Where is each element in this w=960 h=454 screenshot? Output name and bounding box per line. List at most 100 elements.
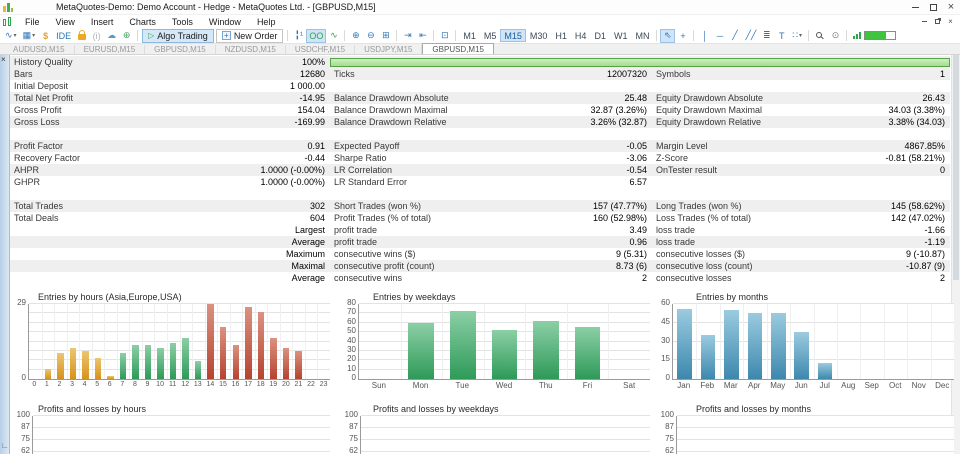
screenshot-button[interactable]: ⊡ <box>437 29 452 43</box>
y-axis-label: 87 <box>21 423 30 431</box>
menu-insert[interactable]: Insert <box>83 17 122 27</box>
cursor-button[interactable]: ⇖ <box>660 29 675 43</box>
timeframe-M30[interactable]: M30 <box>526 29 552 42</box>
chart-shift-button[interactable]: ⇥ <box>400 29 415 43</box>
bar-Feb <box>701 335 716 379</box>
crosshair-button[interactable]: + <box>675 29 690 43</box>
stat-row: Total Deals604Profit Trades (% of total)… <box>10 212 950 224</box>
vertical-scrollbar[interactable] <box>951 55 960 454</box>
stat-value: 26.43 <box>842 92 950 104</box>
tab-GBPUSD-M15[interactable]: GBPUSD,M15 <box>145 45 216 54</box>
menu-window[interactable]: Window <box>201 17 249 27</box>
bar-21 <box>295 351 302 379</box>
bars-mode-button[interactable]: OO <box>306 29 326 43</box>
algo-trading-button[interactable]: ▷Algo Trading <box>142 29 214 43</box>
signals-button[interactable]: (i) <box>89 29 104 43</box>
menu-charts[interactable]: Charts <box>121 17 164 27</box>
vps-button[interactable]: ⊕ <box>119 29 134 43</box>
chart-type-button[interactable]: ∿▾ <box>2 29 20 43</box>
cloud-button[interactable]: ☁ <box>104 29 119 43</box>
y-axis-label: 10 <box>347 365 356 373</box>
child-restore-button[interactable] <box>931 17 944 27</box>
tab-EURUSD-M15[interactable]: EURUSD,M15 <box>75 45 146 54</box>
metaeditor-ide-button[interactable]: IDE <box>53 29 74 43</box>
stat-value: Average <box>200 236 330 248</box>
tab-active-GBPUSD-M15[interactable]: GBPUSD,M15 <box>422 43 494 54</box>
stat-label: Balance Drawdown Relative <box>330 116 526 128</box>
timeframe-MN[interactable]: MN <box>631 29 653 42</box>
stat-value: 3.49 <box>526 224 652 236</box>
trendline-button[interactable]: ╱ <box>727 29 742 43</box>
stat-label <box>10 248 200 260</box>
history-button[interactable]: ⊙ <box>828 29 843 43</box>
tab-USDJPY-M15[interactable]: USDJPY,M15 <box>355 45 422 54</box>
stat-label: Total Trades <box>10 200 200 212</box>
tab-NZDUSD-M15[interactable]: NZDUSD,M15 <box>216 45 286 54</box>
x-axis-label: 20 <box>280 381 293 388</box>
horizontal-line-button[interactable]: ─ <box>712 29 727 43</box>
x-axis-label: 8 <box>129 381 142 388</box>
new-order-button[interactable]: +New Order <box>216 29 284 43</box>
zoom-out-button[interactable]: ⊖ <box>363 29 378 43</box>
text-tool-button[interactable]: T <box>774 29 789 43</box>
stat-value: 100% <box>200 56 330 68</box>
child-close-button[interactable]: × <box>944 17 957 27</box>
stat-label: Balance Drawdown Maximal <box>330 104 526 116</box>
stat-label: Profit Factor <box>10 140 200 152</box>
shapes-button[interactable]: ∷▾ <box>789 29 805 43</box>
timeframe-H4[interactable]: H4 <box>571 29 591 42</box>
x-axis-label: Aug <box>837 381 861 390</box>
timeframe-M15[interactable]: M15 <box>500 29 526 42</box>
stat-row: GHPR1.0000 (-0.00%)LR Standard Error6.57 <box>10 176 950 188</box>
timeframe-M1[interactable]: M1 <box>459 29 480 42</box>
y-axis-label: 0 <box>352 374 356 382</box>
stat-label: Loss Trades (% of total) <box>652 212 842 224</box>
tab-USDCHF-M15[interactable]: USDCHF,M15 <box>286 45 355 54</box>
bar-chart-button[interactable]: ╏¹ <box>291 29 306 43</box>
backtest-report: History Quality 100% Bars12680Ticks12007… <box>10 56 950 284</box>
stat-value: Average <box>200 272 330 284</box>
stat-label <box>652 176 842 188</box>
stat-value <box>842 176 950 188</box>
zoom-in-button[interactable]: ⊕ <box>348 29 363 43</box>
x-axis-label: Jan <box>672 381 696 390</box>
stat-value: 9 (5.31) <box>526 248 652 260</box>
child-minimize-button[interactable] <box>918 17 931 27</box>
vertical-line-button[interactable]: │ <box>697 29 712 43</box>
bar-12 <box>182 338 189 379</box>
stat-value: -0.44 <box>200 152 330 164</box>
stat-label: consecutive loss (count) <box>652 260 842 272</box>
lock-icon <box>78 34 86 40</box>
menu-file[interactable]: File <box>17 17 48 27</box>
timeframe-H1[interactable]: H1 <box>551 29 571 42</box>
deposit-button[interactable]: $ <box>38 29 53 43</box>
chart-title: Entries by months <box>656 292 954 302</box>
timeframe-W1[interactable]: W1 <box>610 29 632 42</box>
search-button[interactable] <box>812 29 828 43</box>
toolbar-separator <box>455 30 456 41</box>
menu-tools[interactable]: Tools <box>164 17 201 27</box>
fibonacci-button[interactable]: ≣ <box>759 29 774 43</box>
minimize-button[interactable] <box>906 0 924 14</box>
timeframe-D1[interactable]: D1 <box>590 29 610 42</box>
maximize-button[interactable] <box>924 0 942 14</box>
y-axis-label: 60 <box>347 318 356 326</box>
stat-label: Equity Drawdown Absolute <box>652 92 842 104</box>
auto-scroll-button[interactable]: ⇤ <box>415 29 430 43</box>
menu-help[interactable]: Help <box>249 17 284 27</box>
tile-windows-button[interactable]: ⊞ <box>378 29 393 43</box>
channel-button[interactable]: ╱╱ <box>742 29 759 43</box>
bar-17 <box>245 307 252 379</box>
menu-view[interactable]: View <box>48 17 83 27</box>
timeframe-M5[interactable]: M5 <box>480 29 501 42</box>
lock-button[interactable] <box>74 29 89 43</box>
stat-value: -0.81 (58.21%) <box>842 152 950 164</box>
tab-AUDUSD-M15[interactable]: AUDUSD,M15 <box>4 45 75 54</box>
x-axis-label: 19 <box>267 381 280 388</box>
chart-template-button[interactable]: ▦▾ <box>20 29 39 43</box>
close-button[interactable]: × <box>942 0 960 14</box>
close-report-button[interactable]: × <box>1 56 6 64</box>
stat-row: Recovery Factor-0.44Sharpe Ratio-3.06Z-S… <box>10 152 950 164</box>
scrollbar-thumb[interactable] <box>953 55 959 280</box>
line-chart-mode-button[interactable]: ∿ <box>326 29 341 43</box>
